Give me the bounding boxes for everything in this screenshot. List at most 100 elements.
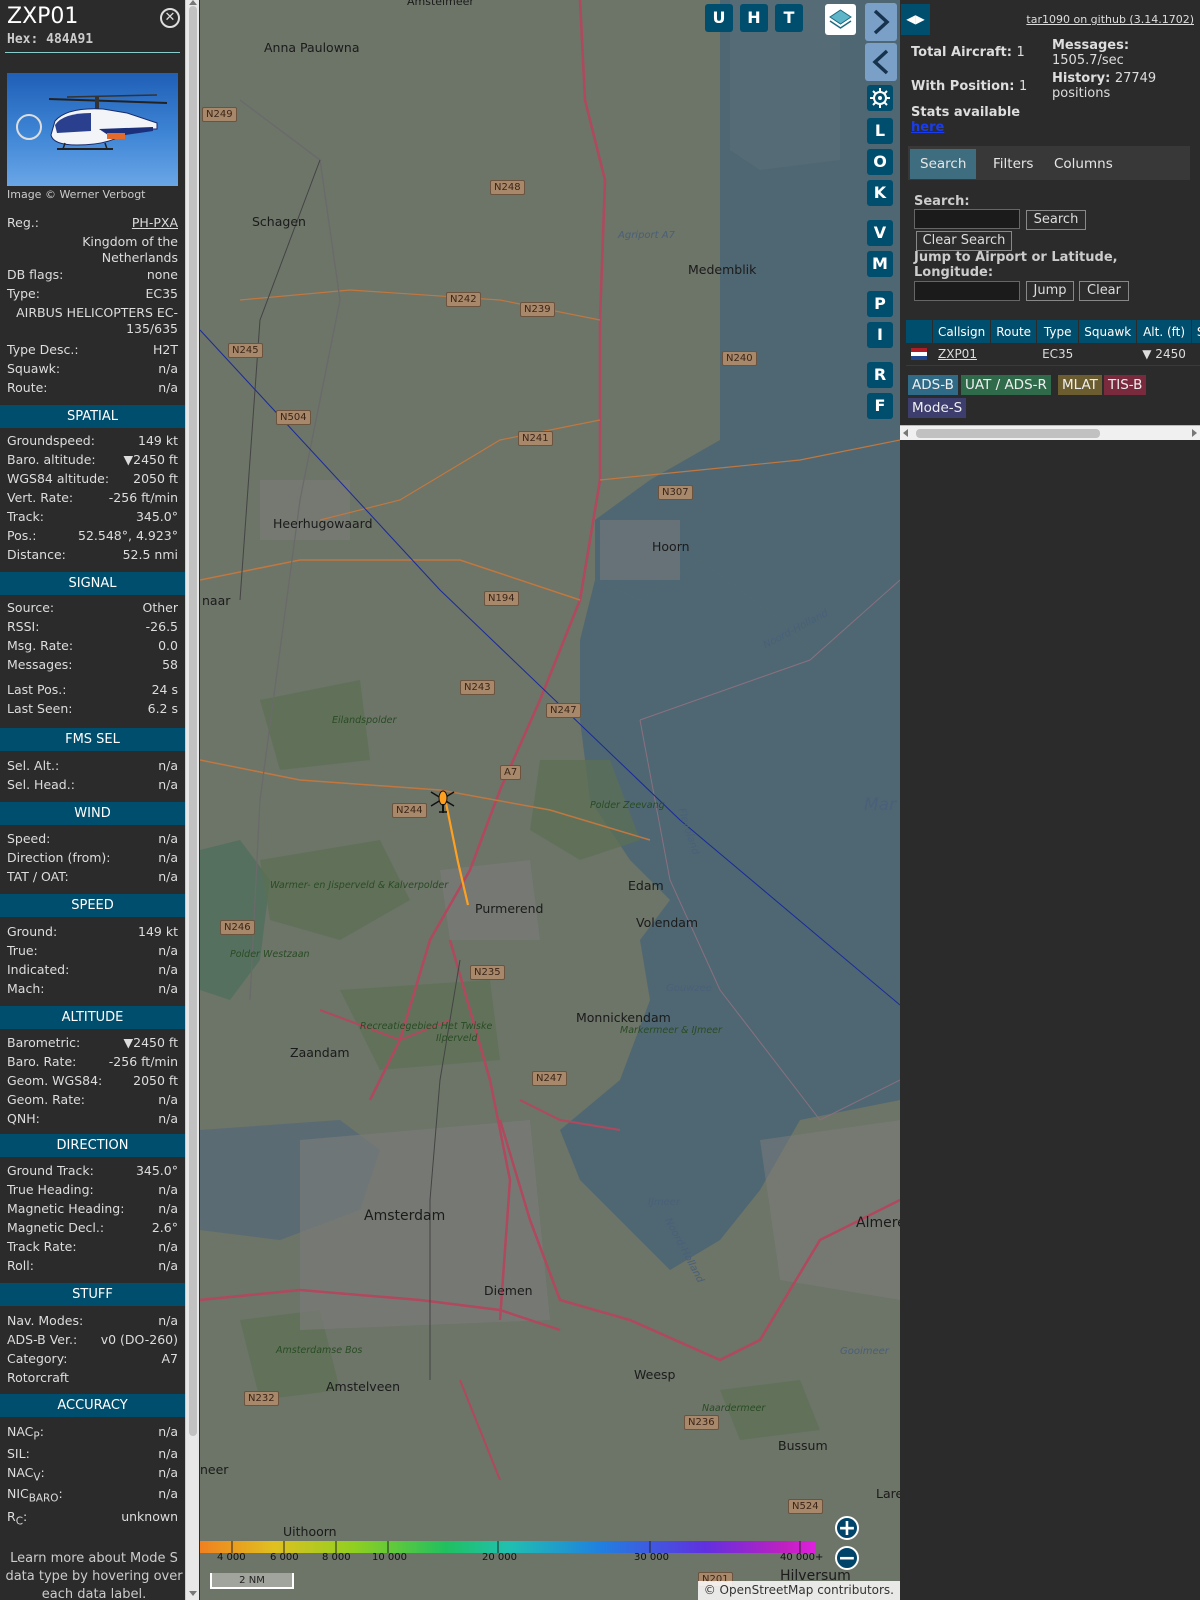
toggle-m-button[interactable]: M — [867, 251, 893, 277]
panel-collapse-button[interactable] — [865, 43, 897, 81]
row-value: n/a — [158, 981, 178, 996]
jump-input[interactable] — [914, 281, 1020, 301]
toggle-v-button[interactable]: V — [867, 220, 893, 246]
row-value: -26.5 — [145, 619, 178, 634]
clear-jump-button[interactable]: Clear — [1079, 281, 1129, 301]
callsign-link[interactable]: ZXP01 — [938, 347, 977, 361]
toggle-sidebar-button[interactable]: ◀▶ — [901, 4, 930, 35]
search-input[interactable] — [914, 209, 1020, 229]
row-value: v0 (DO-260) — [100, 1332, 178, 1347]
scroll-right-arrow-icon[interactable] — [1192, 429, 1197, 437]
toggle-p-button[interactable]: P — [867, 291, 893, 317]
aircraft-marker-icon[interactable] — [428, 784, 458, 814]
place-label: Mar — [864, 795, 897, 815]
stats-link[interactable]: here — [911, 120, 944, 135]
toggle-labels-t-button[interactable]: T — [775, 4, 803, 32]
column-header-squawk[interactable]: Squawk — [1078, 320, 1138, 343]
row-label: NACV: — [7, 1465, 45, 1484]
scroll-left-arrow-icon[interactable] — [903, 429, 908, 437]
toggle-r-button[interactable]: R — [867, 362, 893, 388]
row-value: 24 s — [151, 682, 178, 697]
layers-button[interactable] — [825, 4, 856, 35]
row-label: Category: — [7, 1351, 68, 1366]
altitude-cell: ▼ 2450 — [1136, 343, 1192, 366]
flag-cell — [906, 343, 933, 366]
row-value: n/a — [158, 1239, 178, 1254]
map-canvas[interactable]: Amstelmeer Anna Paulowna Schagen Agripor… — [200, 0, 900, 1600]
expand-collapse-icon: ◀▶ — [906, 12, 925, 26]
toggle-k-button[interactable]: K — [867, 180, 893, 206]
settings-button[interactable] — [867, 85, 893, 111]
toggle-labels-h-button[interactable]: H — [740, 4, 768, 32]
close-icon[interactable]: ✕ — [160, 8, 180, 28]
column-header-flag[interactable] — [906, 320, 933, 343]
table-row[interactable]: ZXP01 EC35 ▼ 2450 — [906, 343, 1200, 366]
tab-search[interactable]: Search — [910, 149, 977, 179]
registration-link[interactable]: PH-PXA — [132, 215, 178, 230]
callsign-cell[interactable]: ZXP01 — [932, 343, 992, 366]
tab-columns[interactable]: Columns — [1044, 149, 1123, 179]
scrollbar-thumb[interactable] — [189, 6, 197, 1436]
row-label: Msg. Rate: — [7, 638, 74, 653]
zoom-out-button[interactable]: − — [835, 1546, 859, 1570]
panel-expand-button[interactable] — [865, 3, 897, 41]
search-button[interactable]: Search — [1026, 210, 1086, 230]
place-label: Agriport A7 — [618, 230, 675, 241]
row-value: n/a — [158, 850, 178, 865]
row-label: Baro. altitude: — [7, 452, 96, 467]
row-value: n/a — [158, 943, 178, 958]
tar1090-app: ZXP01 Hex: 484A91 ✕ Image © Werner Verbo… — [0, 0, 1200, 1600]
road-shield: N235 — [470, 965, 505, 980]
place-label: naar — [202, 593, 231, 608]
row-label: Track Rate: — [7, 1239, 77, 1254]
github-link[interactable]: tar1090 on github (3.14.1702) — [1026, 13, 1194, 26]
water-label: Gouwzee — [666, 983, 712, 994]
scroll-up-arrow-icon[interactable] — [189, 0, 197, 5]
row-value: 0.0 — [158, 638, 178, 653]
jump-button[interactable]: Jump — [1026, 281, 1074, 301]
country-value: Kingdom of the Netherlands — [82, 234, 178, 265]
aircraft-info-panel: ZXP01 Hex: 484A91 ✕ Image © Werner Verbo… — [0, 0, 185, 1600]
aircraft-photo[interactable] — [7, 73, 178, 186]
dbflags-label: DB flags: — [7, 267, 64, 282]
water-label: Gooimeer — [840, 1346, 889, 1357]
clear-search-button[interactable]: Clear Search — [916, 231, 1012, 251]
row-label: TAT / OAT: — [7, 869, 69, 884]
column-header-route[interactable]: Route — [990, 320, 1038, 343]
row-label: Sel. Alt.: — [7, 758, 60, 773]
row-value: ▼2450 ft — [123, 452, 178, 467]
tab-filters[interactable]: Filters — [983, 149, 1043, 179]
toggle-f-button[interactable]: F — [867, 393, 893, 419]
scrollbar-thumb[interactable] — [916, 429, 1100, 438]
mode-s-footnote: Learn more about Mode S data type by hov… — [5, 1551, 183, 1600]
row-value: n/a — [158, 831, 178, 846]
altitude-tick-label: 40 000+ — [780, 1552, 824, 1563]
source-badge-mlat: MLAT — [1058, 375, 1102, 395]
column-header-altitude[interactable]: Alt. (ft) — [1136, 320, 1192, 343]
row-value: n/a — [158, 1465, 178, 1480]
typedesc-value: H2T — [153, 342, 178, 357]
row-label: QNH: — [7, 1111, 40, 1126]
netherlands-flag-icon — [911, 348, 927, 361]
total-aircraft-label: Total Aircraft: — [911, 45, 1012, 60]
toggle-o-button[interactable]: O — [867, 149, 893, 175]
row-label: RSSI: — [7, 619, 40, 634]
type-value: EC35 — [145, 286, 178, 301]
scroll-down-arrow-icon[interactable] — [189, 1591, 197, 1596]
column-header-speed[interactable]: Spd — [1191, 320, 1200, 343]
toggle-labels-u-button[interactable]: U — [705, 4, 733, 32]
column-header-type[interactable]: Type — [1036, 320, 1080, 343]
row-value: n/a — [158, 1258, 178, 1273]
road-shield: N236 — [684, 1415, 719, 1430]
row-value: 2.6° — [151, 1220, 178, 1235]
zoom-in-button[interactable]: + — [835, 1516, 859, 1540]
info-panel-scrollbar[interactable] — [185, 0, 199, 1600]
table-horizontal-scrollbar[interactable] — [900, 425, 1200, 440]
osm-link[interactable]: OpenStreetMap — [720, 1583, 814, 1597]
squawk-label: Squawk: — [7, 361, 61, 376]
toggle-i-button[interactable]: I — [867, 322, 893, 348]
place-label: neer — [200, 1462, 229, 1477]
column-header-callsign[interactable]: Callsign — [932, 320, 992, 343]
altitude-color-legend — [200, 1538, 816, 1553]
toggle-l-button[interactable]: L — [867, 118, 893, 144]
